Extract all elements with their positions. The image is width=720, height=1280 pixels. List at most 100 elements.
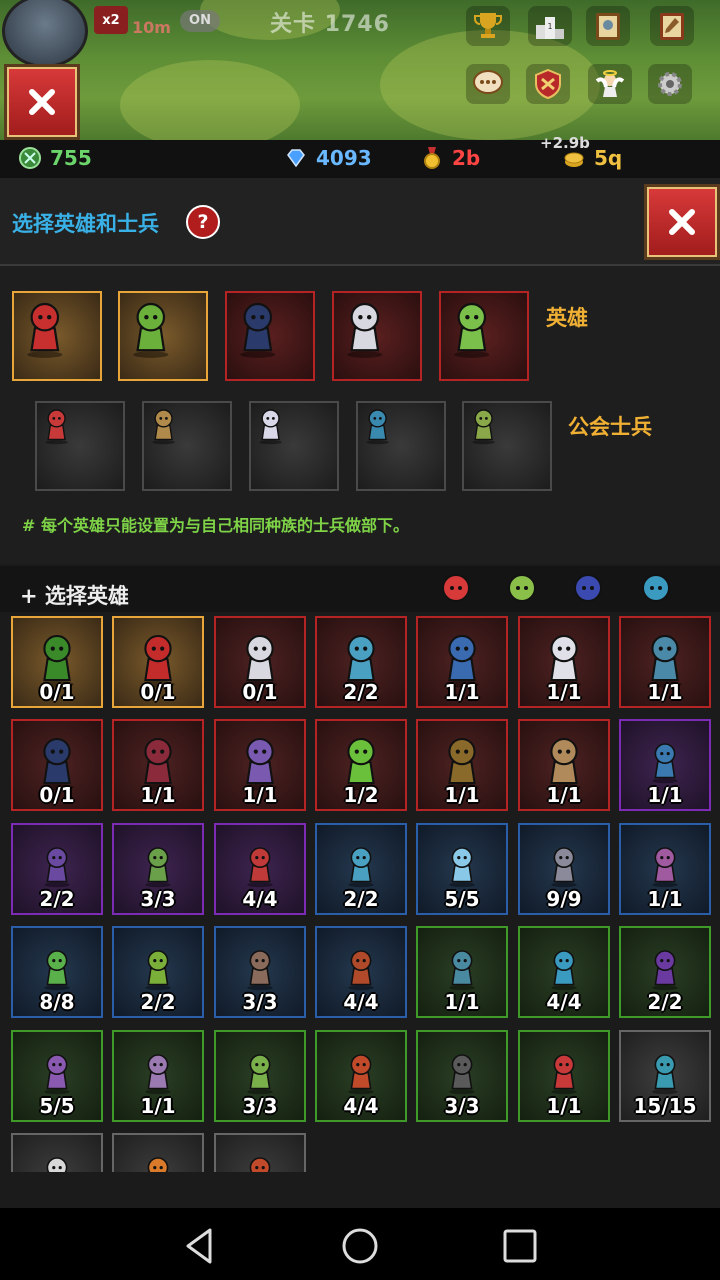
hero-card[interactable] <box>11 1133 103 1172</box>
formation-hero-slot[interactable] <box>12 291 102 381</box>
hero-count: 0/1 <box>140 680 176 704</box>
system-nav-bar <box>0 1208 720 1280</box>
hero-count: 2/2 <box>647 990 683 1014</box>
elf-filter-icon[interactable] <box>500 568 544 610</box>
hero-card[interactable]: 2/2 <box>11 823 103 915</box>
select-heroes-title[interactable]: + 选择英雄 <box>20 580 129 610</box>
speed-timer: 10m <box>132 18 171 37</box>
hero-card[interactable]: 9/9 <box>518 823 610 915</box>
hero-card[interactable]: 1/1 <box>518 719 610 811</box>
hero-card[interactable]: 8/8 <box>11 926 103 1018</box>
hero-book-icon[interactable] <box>586 6 630 46</box>
hero-card[interactable]: 3/3 <box>112 823 204 915</box>
formation-hero-slot[interactable] <box>225 291 315 381</box>
hero-card[interactable]: 0/1 <box>11 616 103 708</box>
hero-card[interactable]: 2/2 <box>112 926 204 1018</box>
hero-count: 9/9 <box>546 887 582 911</box>
recents-icon[interactable] <box>500 1226 540 1266</box>
hero-count: 3/3 <box>242 1094 278 1118</box>
player-avatar[interactable] <box>2 0 88 68</box>
formation-soldier-slot[interactable] <box>462 401 552 491</box>
hero-card[interactable]: 5/5 <box>416 823 508 915</box>
hero-card[interactable] <box>112 1133 204 1172</box>
hero-count: 2/2 <box>39 887 75 911</box>
formation-soldier-slot[interactable] <box>142 401 232 491</box>
settings-gear-icon[interactable] <box>648 64 692 104</box>
speed-badge[interactable]: x2 <box>94 6 128 34</box>
hero-card[interactable]: 2/2 <box>315 823 407 915</box>
undead-soldier-icon <box>251 409 290 449</box>
hero-card[interactable]: 1/1 <box>112 1030 204 1122</box>
formation-hero-slot[interactable] <box>332 291 422 381</box>
gold-value: 5q <box>594 146 623 170</box>
hero-count: 15/15 <box>633 1094 697 1118</box>
top-close-button[interactable] <box>4 64 80 140</box>
hero-card[interactable]: 15/15 <box>619 1030 711 1122</box>
formation-hero-slot[interactable] <box>439 291 529 381</box>
fairy-icon <box>441 302 503 363</box>
diamonds-value: 4093 <box>316 146 372 170</box>
hero-card[interactable]: 4/4 <box>315 926 407 1018</box>
hero-card[interactable]: 2/2 <box>619 926 711 1018</box>
hero-card[interactable]: 1/1 <box>619 719 711 811</box>
hero-card[interactable]: 1/1 <box>518 616 610 708</box>
hero-card[interactable]: 2/2 <box>315 616 407 708</box>
dialog-title: 选择英雄和士兵 <box>12 212 159 236</box>
formation-panel: 英雄 公会士兵 # 每个英雄只能设置为与自己相同种族的士兵做部下。 <box>0 266 720 564</box>
hero-count: 1/1 <box>242 783 278 807</box>
hero-card[interactable]: 1/1 <box>416 926 508 1018</box>
hero-card[interactable]: 1/1 <box>416 616 508 708</box>
hero-card[interactable]: 3/3 <box>214 1030 306 1122</box>
hero-card[interactable]: 4/4 <box>315 1030 407 1122</box>
formation-hero-slot[interactable] <box>118 291 208 381</box>
hero-count: 4/4 <box>343 990 379 1014</box>
hero-card[interactable]: 1/1 <box>416 719 508 811</box>
hero-card[interactable]: 1/1 <box>214 719 306 811</box>
hero-count: 4/4 <box>343 1094 379 1118</box>
orc-filter-icon[interactable] <box>634 568 678 610</box>
formation-soldier-slot[interactable] <box>35 401 125 491</box>
hero-count: 5/5 <box>39 1094 75 1118</box>
select-heroes-header: + 选择英雄 <box>0 566 720 614</box>
resource-bar: 755 4093 2b 5q <box>0 140 720 179</box>
hero-count: 3/3 <box>140 887 176 911</box>
hero-card[interactable]: 4/4 <box>214 823 306 915</box>
chat-icon[interactable] <box>466 64 510 104</box>
beast-icon <box>334 302 396 363</box>
formation-soldier-slot[interactable] <box>249 401 339 491</box>
guild-shield-icon[interactable] <box>526 64 570 104</box>
angel-icon[interactable] <box>588 64 632 104</box>
undead-filter-icon[interactable] <box>566 568 610 610</box>
diamonds-resource: 4093 <box>284 146 372 170</box>
gold-rate: +2.9b <box>540 134 590 152</box>
hero-card[interactable]: 1/1 <box>619 616 711 708</box>
hero-card[interactable]: 3/3 <box>416 1030 508 1122</box>
trophy-icon[interactable] <box>466 6 510 46</box>
hero-card[interactable] <box>214 1133 306 1172</box>
back-icon[interactable] <box>180 1226 220 1266</box>
home-icon[interactable] <box>340 1226 380 1266</box>
hero-card[interactable]: 1/2 <box>315 719 407 811</box>
help-button[interactable]: ? <box>186 205 220 239</box>
auto-toggle[interactable]: ON <box>180 10 220 32</box>
hero-card[interactable]: 1/1 <box>619 823 711 915</box>
hero-count: 1/1 <box>546 783 582 807</box>
ranking-icon[interactable]: 1 <box>528 6 572 46</box>
hero-count: 2/2 <box>140 990 176 1014</box>
orc-soldier-icon <box>358 409 397 449</box>
human-filter-icon[interactable] <box>434 568 478 610</box>
quest-book-icon[interactable] <box>650 6 694 46</box>
hero-card[interactable]: 0/1 <box>11 719 103 811</box>
formation-soldier-slot[interactable] <box>356 401 446 491</box>
close-icon <box>669 209 695 235</box>
hero-card[interactable]: 4/4 <box>518 926 610 1018</box>
heroes-label: 英雄 <box>546 306 588 330</box>
hero-card[interactable]: 0/1 <box>112 616 204 708</box>
dialog-close-button[interactable] <box>644 184 720 260</box>
hero-card[interactable]: 0/1 <box>214 616 306 708</box>
hero-card[interactable]: 1/1 <box>112 719 204 811</box>
hero-card[interactable]: 5/5 <box>11 1030 103 1122</box>
hero-count: 4/4 <box>546 990 582 1014</box>
hero-card[interactable]: 3/3 <box>214 926 306 1018</box>
hero-card[interactable]: 1/1 <box>518 1030 610 1122</box>
